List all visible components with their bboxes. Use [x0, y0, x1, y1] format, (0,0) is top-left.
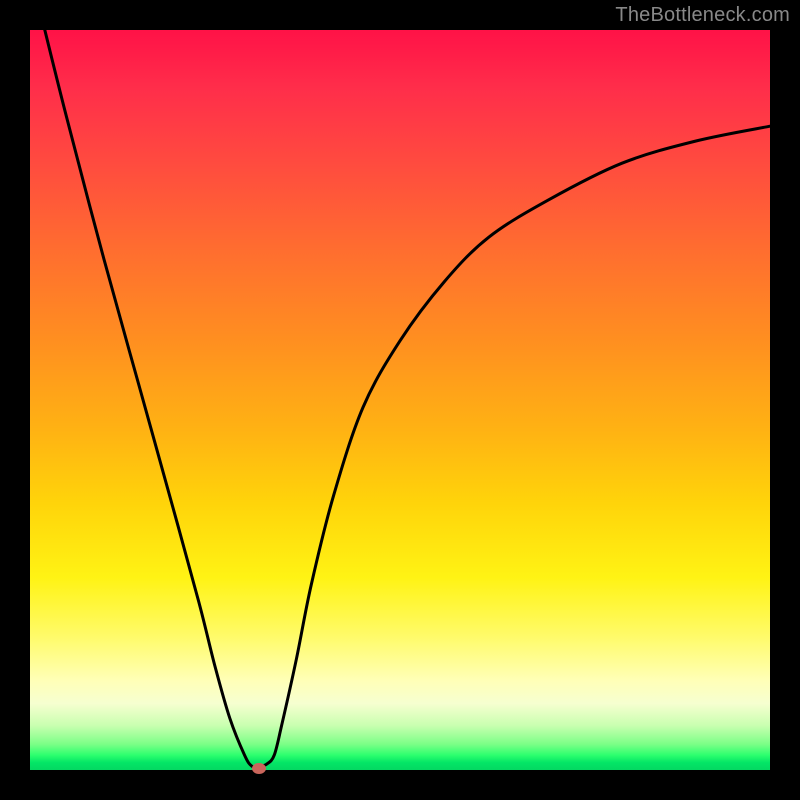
watermark-text: TheBottleneck.com [615, 4, 790, 27]
optimum-marker [252, 763, 266, 774]
plot-area [30, 30, 770, 770]
chart-frame: TheBottleneck.com [0, 0, 800, 800]
bottleneck-curve [45, 30, 770, 767]
curve-svg [30, 30, 770, 770]
